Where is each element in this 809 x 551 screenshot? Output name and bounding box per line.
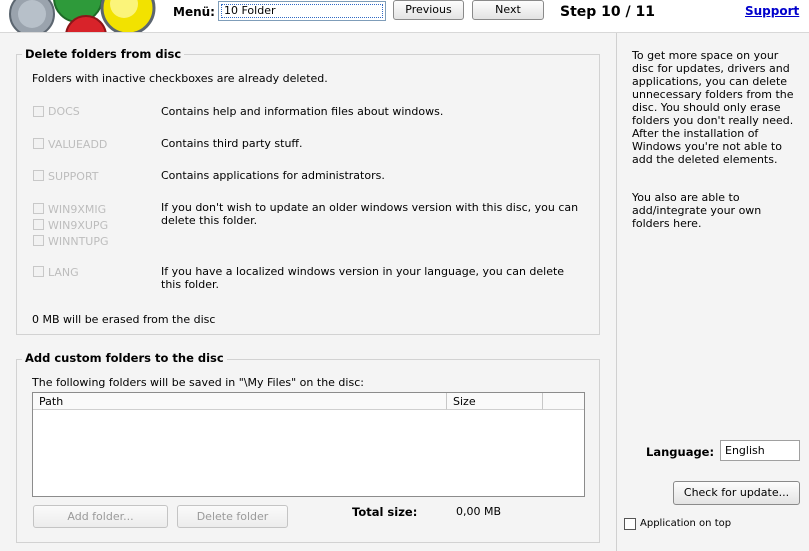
folder-desc-lang: If you have a localized windows version … (161, 265, 565, 291)
checkbox-lang[interactable] (33, 266, 44, 277)
checkbox-docs[interactable] (33, 106, 44, 117)
menu-selected-value: 10 Folder (224, 4, 276, 17)
erase-summary: 0 MB will be erased from the disc (32, 313, 216, 326)
next-button[interactable]: Next (472, 0, 544, 20)
folder-label-win9xupg: WIN9XUPG (48, 219, 109, 232)
folder-desc-support: Contains applications for administrators… (161, 169, 385, 182)
column-header-filler (543, 393, 584, 410)
checkbox-win9xupg[interactable] (33, 219, 44, 230)
folder-desc-docs: Contains help and information files abou… (161, 105, 444, 118)
application-on-top-checkbox[interactable] (624, 518, 636, 530)
column-header-path[interactable]: Path (33, 393, 447, 410)
folder-label-win9xmig: WIN9XMIG (48, 203, 107, 216)
custom-folders-title: Add custom folders to the disc (22, 351, 227, 365)
folder-label-docs: DOCS (48, 105, 80, 118)
checkbox-valueadd[interactable] (33, 138, 44, 149)
folder-label-support: SUPPORT (48, 170, 99, 183)
menu-label: Menü: (173, 5, 215, 19)
checkbox-support[interactable] (33, 170, 44, 181)
checkbox-win9xmig[interactable] (33, 203, 44, 214)
logo (0, 0, 160, 32)
column-header-size[interactable]: Size (447, 393, 543, 410)
checkbox-winntupg[interactable] (33, 235, 44, 246)
delete-folder-button[interactable]: Delete folder (177, 505, 288, 528)
folder-label-winntupg: WINNTUPG (48, 235, 109, 248)
language-label: Language: (646, 445, 715, 459)
folder-desc-win9x: If you don't wish to update an older win… (161, 201, 579, 227)
application-on-top-label: Application on top (640, 518, 732, 529)
folder-label-lang: LANG (48, 266, 79, 279)
delete-folders-group (16, 54, 600, 335)
delete-folders-note: Folders with inactive checkboxes are alr… (32, 72, 328, 85)
add-folder-button[interactable]: Add folder... (33, 505, 168, 528)
delete-folders-title: Delete folders from disc (22, 47, 185, 61)
total-size-label: Total size: (352, 505, 418, 519)
previous-button[interactable]: Previous (393, 0, 464, 20)
total-size-value: 0,00 MB (456, 505, 502, 518)
side-help-text-2: You also are able to add/integrate your … (632, 191, 762, 230)
side-help-text-1: To get more space on your disc for updat… (632, 49, 794, 166)
step-indicator: Step 10 / 11 (560, 4, 655, 20)
folder-desc-valueadd: Contains third party stuff. (161, 137, 303, 150)
custom-folders-table[interactable]: Path Size (32, 392, 585, 497)
language-dropdown[interactable]: English (720, 440, 800, 461)
menu-dropdown[interactable]: 10 Folder (218, 1, 386, 21)
support-link[interactable]: Support (745, 4, 799, 18)
language-selected-value: English (725, 444, 765, 457)
check-for-update-button[interactable]: Check for update... (673, 481, 800, 505)
custom-folders-note: The following folders will be saved in "… (32, 376, 364, 389)
folder-label-valueadd: VALUEADD (48, 138, 108, 151)
